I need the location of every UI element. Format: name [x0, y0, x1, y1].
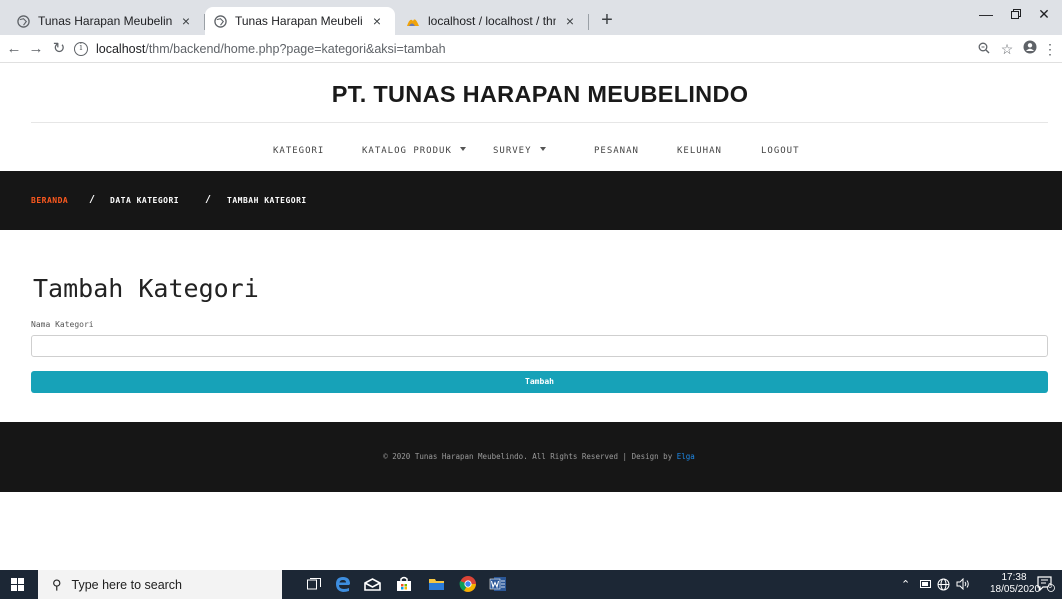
- forward-arrow-icon[interactable]: →: [26, 39, 46, 59]
- nav-item-pesanan[interactable]: PESANAN: [594, 146, 639, 156]
- nav-label: KATALOG PRODUK: [362, 146, 452, 156]
- mail-icon[interactable]: [362, 574, 382, 594]
- breadcrumb-home-link[interactable]: BERANDA: [31, 196, 68, 205]
- breadcrumb-data-kategori-link[interactable]: DATA KATEGORI: [110, 196, 179, 205]
- close-window-icon[interactable]: ✕: [1026, 6, 1062, 23]
- url-field[interactable]: i localhost/thm/backend/home.php?page=ka…: [74, 39, 446, 59]
- nav-item-kategori[interactable]: KATEGORI: [273, 146, 324, 156]
- task-view-icon[interactable]: [304, 574, 324, 594]
- breadcrumb-separator: /: [205, 194, 212, 205]
- footer-copyright: © 2020 Tunas Harapan Meubelindo. All Rig…: [0, 452, 1062, 461]
- word-icon[interactable]: [488, 574, 508, 594]
- page-title: Tambah Kategori: [33, 274, 259, 303]
- url-path: /thm/backend/home.php?page=kategori&aksi…: [145, 42, 446, 56]
- zoom-icon[interactable]: [974, 39, 994, 59]
- footer-text: © 2020 Tunas Harapan Meubelindo. All Rig…: [383, 452, 677, 461]
- new-tab-button[interactable]: +: [597, 9, 617, 31]
- taskbar-search[interactable]: ⚲ Type here to search: [38, 570, 282, 599]
- search-icon: ⚲: [52, 576, 62, 592]
- taskbar-clock[interactable]: 17:38 18/05/2020: [990, 572, 1041, 596]
- tab-title: Tunas Harapan Meubelindo: [38, 14, 172, 28]
- edge-browser-icon[interactable]: [333, 574, 353, 594]
- browser-tab-2[interactable]: Tunas Harapan Meubelindo ×: [205, 7, 395, 35]
- clock-time: 17:38: [1001, 572, 1027, 583]
- profile-icon[interactable]: [1020, 39, 1040, 59]
- search-placeholder: Type here to search: [71, 577, 183, 592]
- tab-close-icon[interactable]: ×: [178, 13, 194, 29]
- reload-icon[interactable]: ↻: [49, 39, 69, 59]
- header-divider: [31, 122, 1048, 123]
- nav-label: LOGOUT: [761, 146, 800, 156]
- phpmyadmin-icon: [406, 14, 420, 28]
- nav-label: KELUHAN: [677, 146, 722, 156]
- info-icon[interactable]: i: [74, 42, 88, 56]
- back-arrow-icon[interactable]: ←: [4, 39, 24, 59]
- store-icon[interactable]: [394, 574, 414, 594]
- chevron-up-icon[interactable]: ⌃: [901, 578, 910, 591]
- nav-label: SURVEY: [493, 146, 532, 156]
- breadcrumb-current: TAMBAH KATEGORI: [227, 196, 307, 205]
- footer-author-link[interactable]: Elga: [677, 452, 695, 461]
- globe-icon: [213, 14, 227, 28]
- globe-icon: [16, 14, 30, 28]
- browser-tab-bar: Tunas Harapan Meubelindo × Tunas Harapan…: [0, 0, 1062, 35]
- site-title: PT. TUNAS HARAPAN MEUBELINDO: [331, 81, 749, 107]
- clock-date: 18/05/2020: [990, 584, 1041, 595]
- chrome-icon[interactable]: [458, 574, 478, 594]
- browser-tab-3[interactable]: localhost / localhost / thm / surv ×: [398, 7, 588, 35]
- nav-item-katalog-produk[interactable]: KATALOG PRODUK: [362, 146, 466, 156]
- caret-down-icon: [539, 147, 546, 151]
- browser-menu-icon[interactable]: ⋮: [1040, 39, 1060, 59]
- url-host: localhost: [96, 42, 146, 56]
- file-explorer-icon[interactable]: [426, 574, 446, 594]
- tab-close-icon[interactable]: ×: [562, 13, 578, 29]
- nav-label: PESANAN: [594, 146, 639, 156]
- nav-item-survey[interactable]: SURVEY: [493, 146, 546, 156]
- notification-count: 6: [1048, 583, 1052, 590]
- nama-kategori-label: Nama Kategori: [31, 320, 94, 329]
- tambah-button[interactable]: Tambah: [31, 371, 1048, 393]
- tab-title: Tunas Harapan Meubelindo: [235, 14, 363, 28]
- battery-icon[interactable]: [920, 578, 932, 591]
- nama-kategori-input[interactable]: [31, 335, 1048, 357]
- taskbar: ⚲ Type here to search ⌃ 6: [0, 570, 1062, 599]
- browser-address-bar: ← → ↻ i localhost/thm/backend/home.php?p…: [0, 35, 1062, 63]
- bookmark-star-icon[interactable]: ☆: [997, 39, 1017, 59]
- windows-start-icon[interactable]: [11, 578, 24, 591]
- tab-close-icon[interactable]: ×: [369, 13, 385, 29]
- caret-down-icon: [459, 147, 466, 151]
- tab-divider: [588, 14, 589, 30]
- volume-icon[interactable]: [956, 577, 970, 593]
- nav-item-keluhan[interactable]: KELUHAN: [677, 146, 722, 156]
- tab-title: localhost / localhost / thm / surv: [428, 14, 556, 28]
- nav-item-logout[interactable]: LOGOUT: [761, 146, 800, 156]
- breadcrumb-separator: /: [89, 194, 96, 205]
- network-globe-icon[interactable]: [937, 578, 950, 594]
- browser-tab-1[interactable]: Tunas Harapan Meubelindo ×: [8, 7, 204, 35]
- nav-label: KATEGORI: [273, 146, 325, 156]
